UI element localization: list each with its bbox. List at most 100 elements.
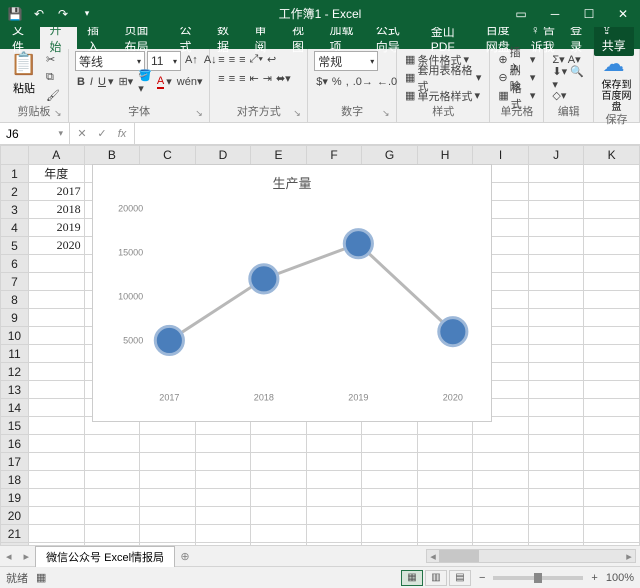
fill-color-button[interactable]: 🪣▾ — [136, 73, 154, 90]
cell[interactable] — [417, 507, 473, 525]
cell[interactable] — [84, 543, 140, 546]
cell[interactable] — [140, 543, 196, 546]
view-pagebreak-button[interactable]: ▤ — [449, 570, 471, 586]
cell[interactable] — [528, 309, 584, 327]
view-pagelayout-button[interactable]: ▥ — [425, 570, 447, 586]
merge-button[interactable]: ⬌▾ — [274, 70, 293, 87]
cell[interactable] — [28, 273, 84, 291]
cell[interactable] — [528, 453, 584, 471]
cell[interactable] — [584, 525, 640, 543]
name-box[interactable]: J6▾ — [0, 123, 70, 144]
zoom-level[interactable]: 100% — [606, 572, 634, 584]
cell[interactable] — [528, 183, 584, 201]
chart[interactable]: 生产量 50001000015000200002017201820192020 — [92, 164, 492, 422]
tab-jinshan-pdf[interactable]: 金山PDF — [421, 27, 476, 49]
indent-inc-button[interactable]: ⇥ — [261, 70, 274, 87]
inc-decimal-button[interactable]: .0→ — [351, 73, 375, 90]
cell[interactable] — [584, 345, 640, 363]
cell[interactable] — [473, 525, 529, 543]
undo-icon[interactable]: ↶ — [28, 3, 50, 25]
cell[interactable] — [140, 507, 196, 525]
cell[interactable] — [528, 165, 584, 183]
close-icon[interactable]: ✕ — [606, 3, 640, 25]
cell[interactable] — [362, 543, 418, 546]
cell[interactable] — [140, 525, 196, 543]
number-format-select[interactable]: 常规▾ — [314, 51, 378, 71]
cell[interactable]: 2019 — [28, 219, 84, 237]
cell[interactable] — [306, 471, 362, 489]
cell[interactable] — [251, 489, 307, 507]
maximize-icon[interactable]: ☐ — [572, 3, 606, 25]
cell[interactable] — [528, 525, 584, 543]
cell[interactable] — [528, 399, 584, 417]
cell[interactable] — [528, 381, 584, 399]
cell[interactable] — [306, 453, 362, 471]
align-launcher-icon[interactable]: ↘ — [293, 108, 305, 120]
cell[interactable] — [584, 201, 640, 219]
cell[interactable] — [28, 291, 84, 309]
redo-icon[interactable]: ↷ — [52, 3, 74, 25]
cell[interactable] — [306, 507, 362, 525]
cell-styles-button[interactable]: ▦ 单元格样式▾ — [403, 87, 483, 104]
row-header[interactable]: 22 — [1, 543, 29, 546]
col-header[interactable]: C — [140, 146, 196, 165]
row-header[interactable]: 6 — [1, 255, 29, 273]
view-normal-button[interactable]: ▦ — [401, 570, 423, 586]
cell[interactable] — [417, 453, 473, 471]
cell[interactable] — [528, 237, 584, 255]
cell[interactable] — [28, 453, 84, 471]
macro-record-icon[interactable]: ▦ — [36, 571, 46, 584]
horizontal-scrollbar[interactable]: ◂▸ — [195, 549, 640, 563]
cell[interactable] — [251, 453, 307, 471]
cell[interactable] — [584, 471, 640, 489]
cell[interactable] — [306, 489, 362, 507]
grow-font-button[interactable]: A↑ — [183, 51, 200, 68]
cell[interactable] — [584, 363, 640, 381]
cell[interactable]: 年度 — [28, 165, 84, 183]
format-painter-button[interactable]: 🖌 — [44, 87, 62, 104]
font-size-select[interactable]: 11▾ — [147, 51, 181, 71]
minimize-icon[interactable]: ─ — [538, 3, 572, 25]
cell[interactable] — [140, 435, 196, 453]
cell[interactable] — [584, 291, 640, 309]
cell[interactable] — [362, 525, 418, 543]
cell[interactable] — [84, 471, 140, 489]
dec-decimal-button[interactable]: ←.0 — [375, 73, 399, 90]
table-format-button[interactable]: ▦ 套用表格格式▾ — [403, 69, 483, 86]
currency-button[interactable]: $▾ — [314, 73, 330, 90]
cell[interactable] — [195, 525, 251, 543]
cell[interactable] — [362, 435, 418, 453]
sheet-nav-next[interactable]: ▸ — [18, 550, 36, 563]
cancel-formula-button[interactable]: ✕ — [72, 127, 92, 140]
col-header[interactable]: A — [28, 146, 84, 165]
cell[interactable] — [584, 237, 640, 255]
qat-customize-icon[interactable]: ▾ — [76, 3, 98, 25]
col-header[interactable]: F — [306, 146, 362, 165]
cell[interactable]: 2018 — [28, 201, 84, 219]
paste-button[interactable]: 📋 粘贴 — [6, 51, 42, 96]
tab-formula-wizard[interactable]: 公式向导 — [366, 27, 421, 49]
cell[interactable] — [251, 525, 307, 543]
col-header[interactable]: J — [528, 146, 584, 165]
row-header[interactable]: 21 — [1, 525, 29, 543]
border-button[interactable]: ⊞▾ — [116, 73, 135, 90]
cell[interactable] — [584, 273, 640, 291]
row-header[interactable]: 17 — [1, 453, 29, 471]
cell[interactable] — [251, 543, 307, 546]
col-header[interactable]: K — [584, 146, 640, 165]
cell[interactable] — [528, 201, 584, 219]
cell[interactable] — [584, 255, 640, 273]
cell[interactable] — [473, 489, 529, 507]
row-header[interactable]: 19 — [1, 489, 29, 507]
row-header[interactable]: 3 — [1, 201, 29, 219]
tab-view[interactable]: 视图 — [282, 27, 320, 49]
cell[interactable] — [584, 453, 640, 471]
cell[interactable]: 2017 — [28, 183, 84, 201]
cell[interactable] — [84, 453, 140, 471]
row-header[interactable]: 8 — [1, 291, 29, 309]
cell[interactable] — [28, 435, 84, 453]
sheet-nav-prev[interactable]: ◂ — [0, 550, 18, 563]
ribbon-options-icon[interactable]: ▭ — [504, 3, 538, 25]
cell[interactable] — [362, 489, 418, 507]
row-header[interactable]: 20 — [1, 507, 29, 525]
